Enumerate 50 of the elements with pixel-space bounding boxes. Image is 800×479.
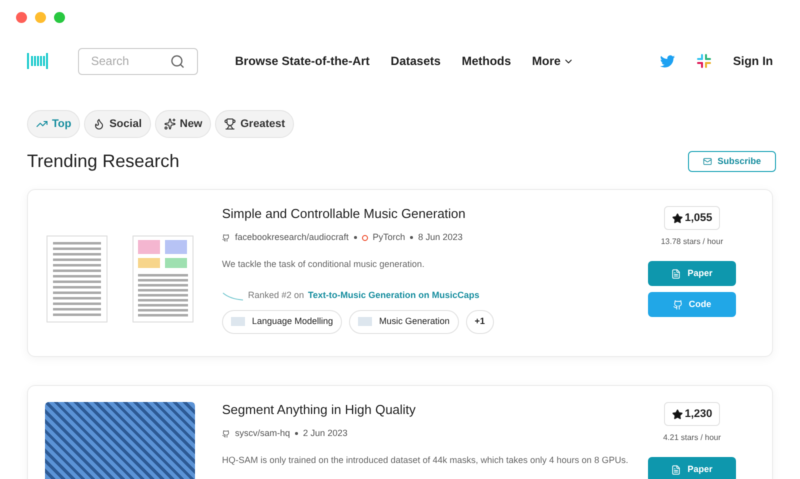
framework-icon	[362, 234, 368, 241]
document-icon	[671, 268, 682, 278]
repo-icon	[222, 430, 230, 438]
nav-link[interactable]: Browse State-of-the-Art	[235, 52, 370, 70]
paper-date: 2 Jun 2023	[303, 427, 348, 440]
sparkline-icon	[222, 290, 244, 301]
rank-text: Ranked #2 on	[248, 289, 304, 302]
hash-logo-icon[interactable]	[697, 54, 711, 68]
logo-icon[interactable]	[27, 53, 48, 69]
bird-icon[interactable]	[660, 54, 675, 68]
paper-abstract: HQ-SAM is only trained on the introduced dataset of 44k masks, which takes only 4 hours on 8 GPUs.	[222, 454, 630, 467]
star-count[interactable]: 1,230	[664, 402, 720, 426]
filter-icon	[93, 118, 106, 130]
search-input[interactable]: Search	[91, 52, 170, 70]
repo-icon	[222, 234, 230, 242]
stars-rate: 4.21 stars / hour	[663, 432, 721, 444]
page-title: Trending Research	[26, 150, 180, 173]
github-icon	[672, 300, 683, 310]
framework-name: PyTorch	[372, 231, 406, 244]
filter-icon	[36, 118, 48, 130]
search-icon	[170, 54, 185, 68]
stars-rate: 13.78 stars / hour	[660, 236, 724, 248]
paper-title[interactable]: Segment Anything in High Quality	[222, 402, 637, 418]
filter-icon	[164, 118, 176, 130]
repo-name: syscv/sam-hq	[235, 427, 290, 440]
paper-abstract: We tackle the task of conditional music generation.	[222, 258, 426, 271]
more-tasks-tag[interactable]: +1	[466, 310, 494, 334]
rank-link[interactable]: Text-to-Music Generation on MusicCaps	[308, 289, 480, 302]
filter-tab[interactable]: New	[154, 110, 212, 138]
more-menu[interactable]: More	[532, 52, 574, 70]
star-count[interactable]: 1,055	[664, 206, 720, 230]
paper-title[interactable]: Simple and Controllable Music Generation	[222, 206, 637, 222]
subscribe-button[interactable]: Subscribe	[688, 151, 776, 172]
sign-in-link[interactable]: Sign In	[733, 52, 773, 70]
task-thumbnail-icon	[231, 317, 245, 326]
search-field[interactable]: Search	[78, 48, 198, 74]
repo-name: facebookresearch/audiocraft	[235, 231, 349, 244]
nav-link[interactable]: Methods	[462, 52, 512, 70]
star-icon	[672, 408, 683, 420]
task-tag[interactable]: Music Generation	[349, 310, 459, 334]
filter-tab[interactable]: Social	[84, 110, 151, 138]
nav-link[interactable]: Datasets	[390, 52, 441, 70]
task-tag[interactable]: Language Modelling	[222, 310, 342, 334]
mail-icon	[703, 157, 712, 166]
star-icon	[672, 212, 683, 224]
filter-icon	[224, 118, 236, 130]
paper-date: 8 Jun 2023	[418, 231, 463, 244]
document-icon	[671, 464, 682, 474]
task-thumbnail-icon	[358, 317, 372, 326]
filter-tab[interactable]: Greatest	[215, 110, 294, 138]
